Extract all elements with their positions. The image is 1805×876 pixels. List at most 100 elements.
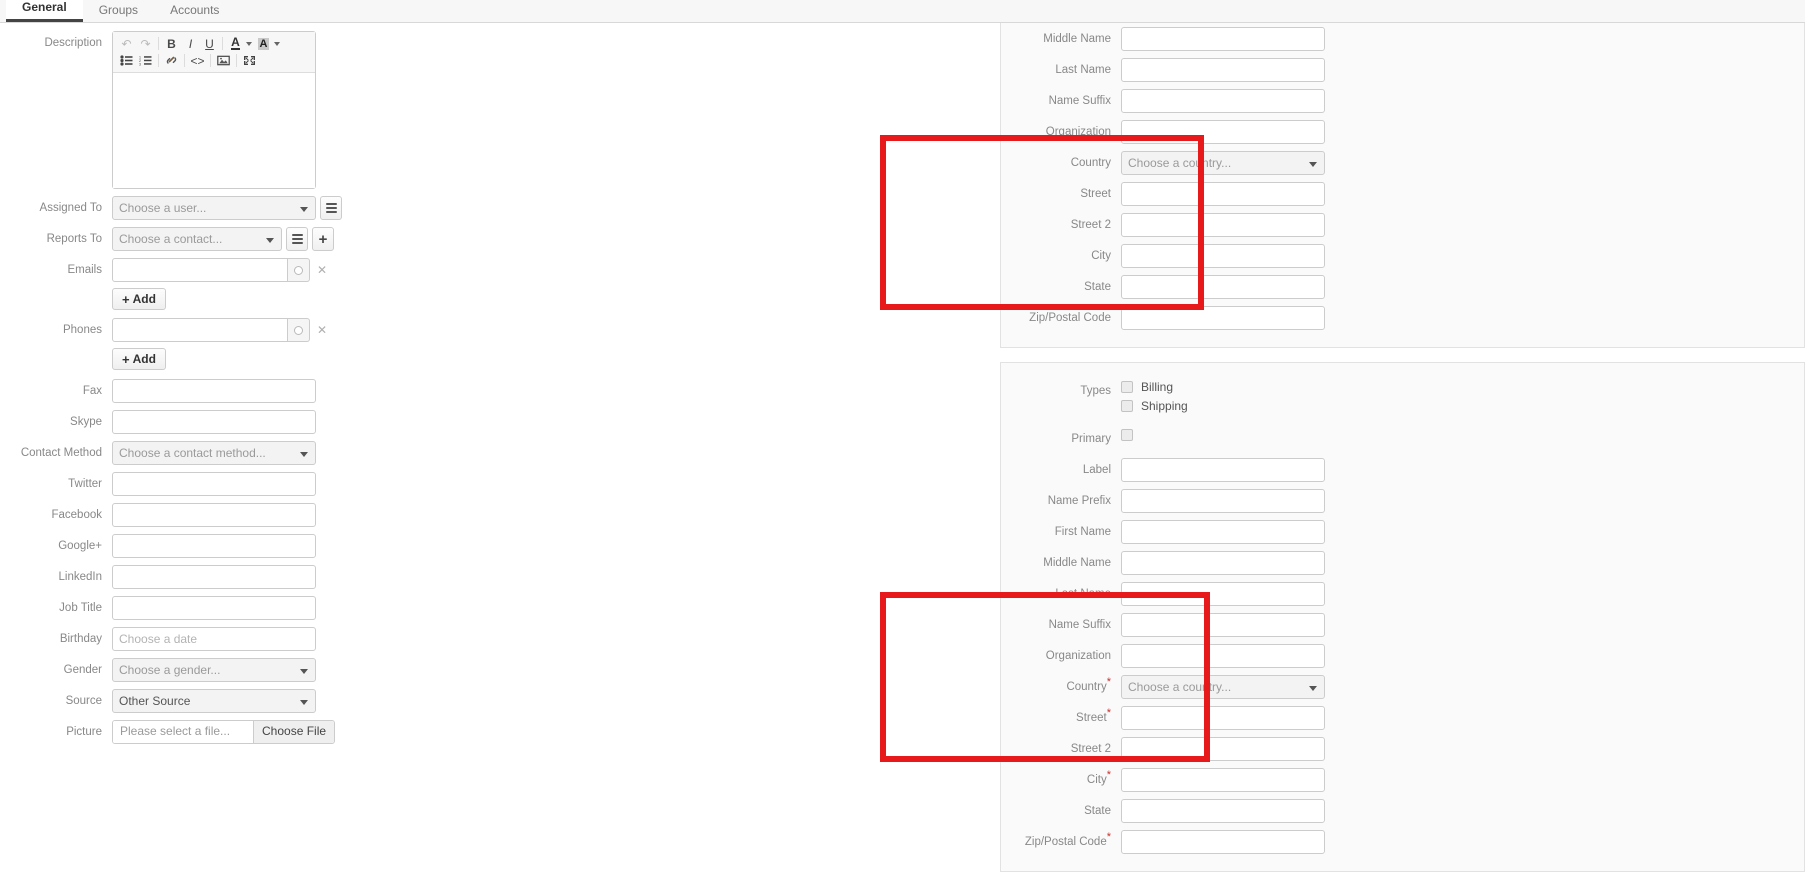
contact-method-select[interactable]: Choose a contact method... [112,441,316,465]
address-one-label: Middle Name [1001,27,1121,46]
linkedin-input[interactable] [112,565,316,589]
address-one-row-middle-name: Middle Name [1001,27,1804,51]
tab-general[interactable]: General [6,0,83,22]
address-two-country-value: Choose a country... [1128,680,1231,694]
primary-checkbox-row[interactable] [1121,427,1133,443]
highlight-color-icon[interactable]: A [254,36,273,52]
address-two-row-organization: Organization [1001,644,1804,668]
assigned-to-list-button[interactable] [320,196,342,220]
email-primary-toggle[interactable] [288,258,310,282]
link-icon[interactable] [162,53,181,69]
twitter-input[interactable] [112,472,316,496]
birthday-label: Birthday [0,627,112,646]
reports-to-select[interactable]: Choose a contact... [112,227,282,251]
assigned-to-select[interactable]: Choose a user... [112,196,316,220]
address-two-input-last-name[interactable] [1121,582,1325,606]
address-one-input-middle-name[interactable] [1121,27,1325,51]
email-input[interactable] [112,258,288,282]
font-color-chevron-down-icon[interactable] [246,42,252,46]
ordered-list-icon[interactable]: 123 [136,53,155,69]
phone-primary-toggle[interactable] [288,318,310,342]
address-one-row-street: Street [1001,182,1804,206]
googleplus-input[interactable] [112,534,316,558]
address-one-input-name-suffix[interactable] [1121,89,1325,113]
primary-checkbox[interactable] [1121,429,1133,441]
choose-file-button[interactable]: Choose File [253,721,334,743]
unordered-list-icon[interactable] [117,53,136,69]
editor-content-area[interactable] [113,73,315,188]
address-two-input-name-prefix[interactable] [1121,489,1325,513]
address-one-country-select[interactable]: Choose a country... [1121,151,1325,175]
types-shipping-row[interactable]: Shipping [1121,398,1188,414]
address-two-input-street-2[interactable] [1121,737,1325,761]
facebook-input[interactable] [112,503,316,527]
address-two-row-last-name: Last Name [1001,582,1804,606]
skype-input[interactable] [112,410,316,434]
address-one-input-street-2[interactable] [1121,213,1325,237]
tab-groups[interactable]: Groups [83,0,154,22]
address-one-input-city[interactable] [1121,244,1325,268]
field-row-assigned-to: Assigned To Choose a user... [0,196,1000,220]
address-two-input-street[interactable] [1121,706,1325,730]
font-color-icon[interactable]: A [226,36,245,52]
address-two-input-middle-name[interactable] [1121,551,1325,575]
address-two-row-city: City* [1001,768,1804,792]
highlight-color-chevron-down-icon[interactable] [274,42,280,46]
phone-remove-button[interactable]: ✕ [317,318,327,342]
address-two-input-state[interactable] [1121,799,1325,823]
contact-method-label: Contact Method [0,441,112,460]
types-billing-row[interactable]: Billing [1121,379,1188,395]
source-select[interactable]: Other Source [112,689,316,713]
italic-icon[interactable]: I [181,36,200,52]
underline-icon[interactable]: U [200,36,219,52]
image-icon[interactable] [214,53,233,69]
radio-circle-icon [294,326,303,335]
description-control: ↶ ↷ B I U A A [112,31,316,189]
address-one-row-last-name: Last Name [1001,58,1804,82]
address-one-input-street[interactable] [1121,182,1325,206]
tab-accounts[interactable]: Accounts [154,0,235,22]
address-two-input-city[interactable] [1121,768,1325,792]
redo-icon[interactable]: ↷ [136,36,155,52]
reports-to-list-button[interactable] [286,227,308,251]
address-one-input-organization[interactable] [1121,120,1325,144]
job-title-input[interactable] [112,596,316,620]
undo-icon[interactable]: ↶ [117,36,136,52]
billing-checkbox[interactable] [1121,381,1133,393]
shipping-checkbox[interactable] [1121,400,1133,412]
address-panel-two: Types Billing Shipping Primary [1000,362,1805,872]
reports-to-add-button[interactable]: + [312,227,334,251]
address-two-input-first-name[interactable] [1121,520,1325,544]
email-remove-button[interactable]: ✕ [317,258,327,282]
add-email-button[interactable]: + Add [112,288,166,310]
assigned-to-control: Choose a user... [112,196,342,220]
reports-to-label: Reports To [0,227,112,246]
fax-input[interactable] [112,379,316,403]
address-one-input-last-name[interactable] [1121,58,1325,82]
field-row-birthday: Birthday [0,627,1000,651]
plus-icon: + [319,233,328,246]
address-one-input-zip-postal-code[interactable] [1121,306,1325,330]
rich-text-editor[interactable]: ↶ ↷ B I U A A [112,31,316,189]
chevron-down-icon [266,238,274,243]
address-two-label: Label [1001,458,1121,477]
address-one-row-street-2: Street 2 [1001,213,1804,237]
add-phone-button[interactable]: + Add [112,348,166,370]
address-two-country-select[interactable]: Choose a country... [1121,675,1325,699]
add-phone-label: Add [133,352,156,366]
address-two-input-zip-postal-code[interactable] [1121,830,1325,854]
gender-select[interactable]: Choose a gender... [112,658,316,682]
code-icon[interactable]: <> [188,53,207,69]
birthday-input[interactable] [112,627,316,651]
skype-label: Skype [0,410,112,429]
address-two-input-name-suffix[interactable] [1121,613,1325,637]
phone-input[interactable] [112,318,288,342]
bold-icon[interactable]: B [162,36,181,52]
job-title-label: Job Title [0,596,112,615]
hamburger-icon [292,232,303,246]
address-two-input-organization[interactable] [1121,644,1325,668]
toolbar-divider [210,54,211,67]
address-one-input-state[interactable] [1121,275,1325,299]
address-two-input-label[interactable] [1121,458,1325,482]
fullscreen-icon[interactable] [240,53,259,69]
